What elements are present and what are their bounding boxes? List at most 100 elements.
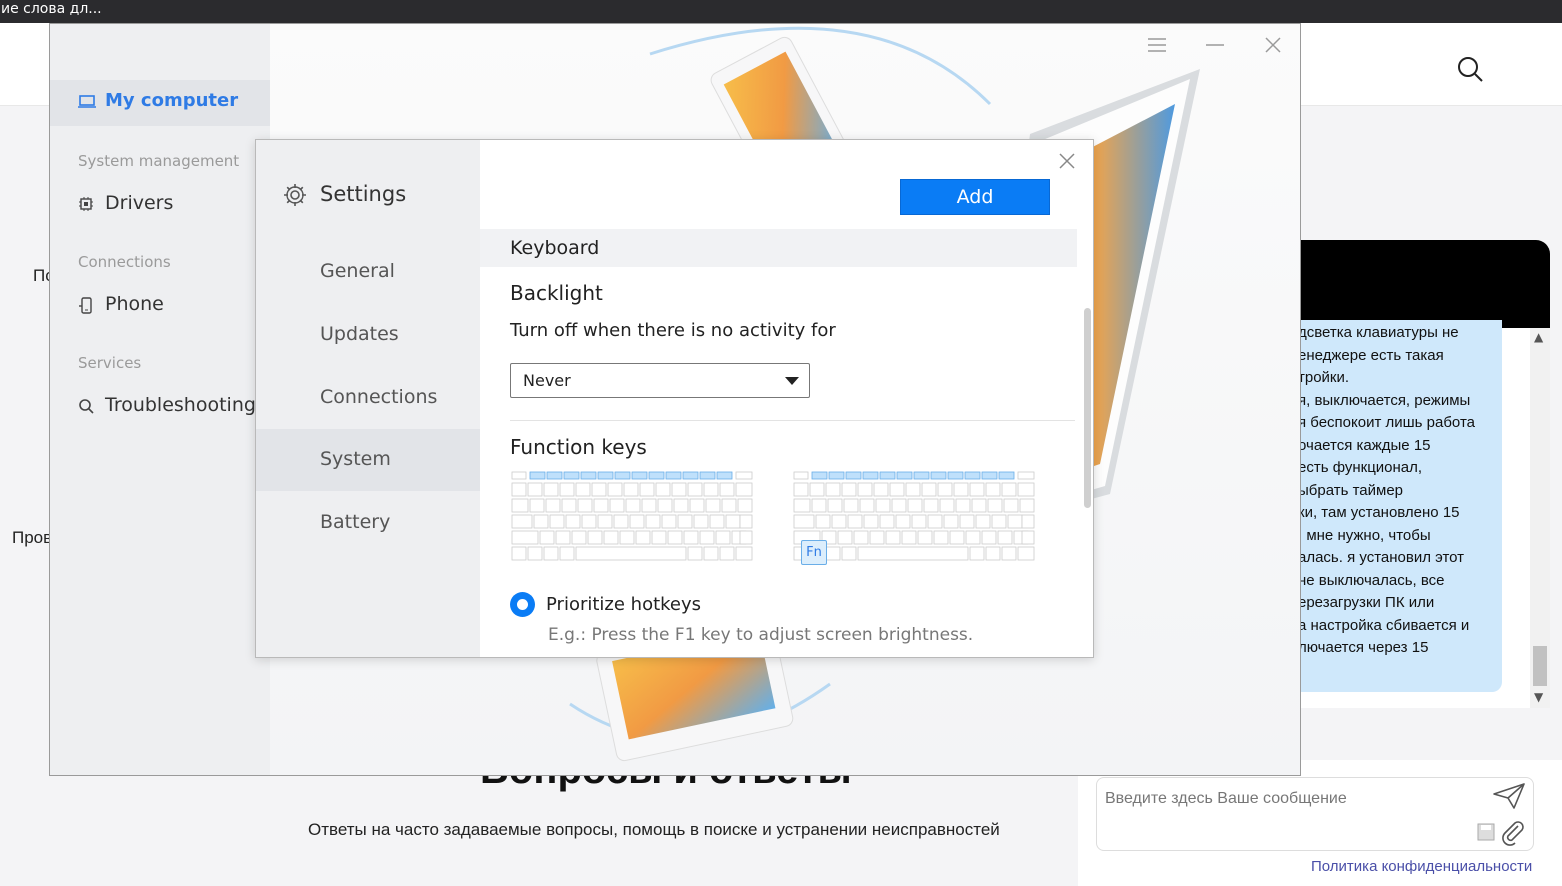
keyboard-key — [671, 482, 687, 497]
tab-system[interactable]: System — [256, 429, 480, 491]
save-icon[interactable] — [1476, 822, 1496, 842]
keyboard-key — [689, 498, 705, 513]
chat-message-line: а настройка сбивается и — [1298, 616, 1470, 634]
chat-message-line: . мне нужно, чтобы — [1298, 526, 1431, 544]
keyboard-key — [959, 514, 975, 529]
keyboard-key — [565, 514, 581, 529]
tab-updates[interactable]: Updates — [256, 304, 480, 366]
chat-message-line: я беспокоит лишь работа — [1298, 414, 1475, 431]
backlight-timeout-select[interactable]: Never — [510, 363, 810, 398]
keyboard-key — [687, 482, 703, 497]
keyboard-illustration-fn — [792, 470, 1036, 570]
keyboard-key — [1001, 546, 1017, 561]
search-icon[interactable] — [1455, 54, 1485, 84]
sidebar-item-my-computer[interactable]: My computer — [50, 80, 270, 126]
keyboard-key — [793, 498, 811, 513]
keyboard-key — [559, 546, 575, 561]
privacy-policy-link[interactable]: Политика конфиденциальности — [1311, 858, 1532, 875]
keyboard-key — [593, 498, 609, 513]
keyboard-key — [875, 498, 891, 513]
keyboard-key — [793, 471, 809, 480]
keyboard-key — [597, 514, 613, 529]
keyboard-key — [937, 482, 953, 497]
keyboard-key — [843, 498, 859, 513]
keyboard-key — [543, 546, 559, 561]
tab-connections[interactable]: Connections — [256, 367, 480, 429]
keyboard-key — [614, 471, 631, 480]
keyboard-key — [545, 498, 561, 513]
close-icon[interactable] — [1258, 32, 1288, 58]
keyboard-key — [543, 482, 559, 497]
browser-tab-title[interactable]: ие слова дл... — [0, 0, 1562, 23]
keyboard-key — [546, 471, 563, 480]
keyboard-key — [889, 482, 905, 497]
chat-message-line: очается каждые 15 — [1298, 436, 1431, 454]
keyboard-key — [857, 482, 873, 497]
keyboard-key — [825, 546, 841, 561]
scroll-down-icon[interactable]: ▼ — [1534, 690, 1543, 704]
chat-message-input[interactable]: Введите здесь Ваше сообщение — [1096, 777, 1534, 851]
keyboard-key — [549, 514, 565, 529]
sidebar-item-label: Troubleshooting — [105, 394, 256, 416]
sidebar-item-phone[interactable]: Phone — [78, 291, 268, 321]
keyboard-key — [609, 498, 625, 513]
keyboard-key — [987, 498, 1003, 513]
keyboard-key — [635, 530, 651, 545]
add-button[interactable]: Add — [900, 179, 1050, 215]
divider — [510, 420, 1075, 421]
dialog-scrollbar-thumb[interactable] — [1084, 308, 1091, 508]
keyboard-key — [879, 471, 896, 480]
keyboard-key — [648, 471, 665, 480]
keyboard-key — [985, 482, 1001, 497]
keyboard-key — [825, 482, 841, 497]
keyboard-key — [947, 471, 964, 480]
tab-label: Updates — [320, 323, 399, 345]
scrollbar-thumb[interactable] — [1533, 646, 1547, 686]
keyboard-key — [921, 482, 937, 497]
keyboard-key — [997, 530, 1013, 545]
backlight-title: Backlight — [510, 281, 603, 305]
keyboard-key — [939, 498, 955, 513]
keyboard-key — [911, 514, 927, 529]
chat-scrollbar[interactable]: ▲ ▼ — [1530, 328, 1550, 708]
keyboard-key — [964, 471, 981, 480]
tab-battery[interactable]: Battery — [256, 492, 480, 554]
keyboard-key — [639, 482, 655, 497]
keyboard-key — [1021, 530, 1035, 545]
chat-message-line: тройки. — [1298, 369, 1350, 386]
keyboard-key — [943, 514, 959, 529]
keyboard-key — [511, 498, 529, 513]
chat-message-line: енеджере есть такая — [1298, 346, 1444, 364]
keyboard-key — [555, 530, 571, 545]
prioritize-hotkeys-radio[interactable] — [510, 592, 535, 617]
keyboard-key — [631, 471, 648, 480]
scroll-up-icon[interactable]: ▲ — [1534, 330, 1543, 344]
fn-key-badge: Fn — [801, 540, 827, 565]
keyboard-key — [828, 471, 845, 480]
keyboard-key — [577, 498, 593, 513]
keyboard-key — [673, 498, 689, 513]
sidebar-item-drivers[interactable]: Drivers — [78, 190, 268, 220]
keyboard-key — [667, 530, 683, 545]
keyboard-key — [933, 530, 949, 545]
send-icon[interactable] — [1492, 782, 1526, 810]
hotkeys-hint: E.g.: Press the F1 key to adjust screen … — [548, 625, 974, 645]
minimize-icon[interactable] — [1200, 32, 1230, 58]
keyboard-key — [837, 530, 853, 545]
tab-label: Battery — [320, 511, 391, 533]
keyboard-key — [1017, 546, 1035, 561]
keyboard-key — [655, 482, 671, 497]
sidebar-item-troubleshooting[interactable]: Troubleshooting — [78, 392, 268, 422]
chat-message-line: ерезагрузки ПК или — [1298, 594, 1435, 611]
keyboard-key — [896, 471, 913, 480]
keyboard-key — [735, 471, 753, 480]
keyboard-key — [665, 471, 682, 480]
menu-icon[interactable] — [1142, 32, 1172, 58]
sidebar-section-title: Connections — [78, 253, 171, 271]
keyboard-key — [953, 482, 969, 497]
keyboard-key — [1019, 498, 1035, 513]
attach-icon[interactable] — [1498, 818, 1526, 846]
tab-general[interactable]: General — [256, 241, 480, 303]
keyboard-key — [709, 514, 725, 529]
keyboard-key — [539, 530, 555, 545]
